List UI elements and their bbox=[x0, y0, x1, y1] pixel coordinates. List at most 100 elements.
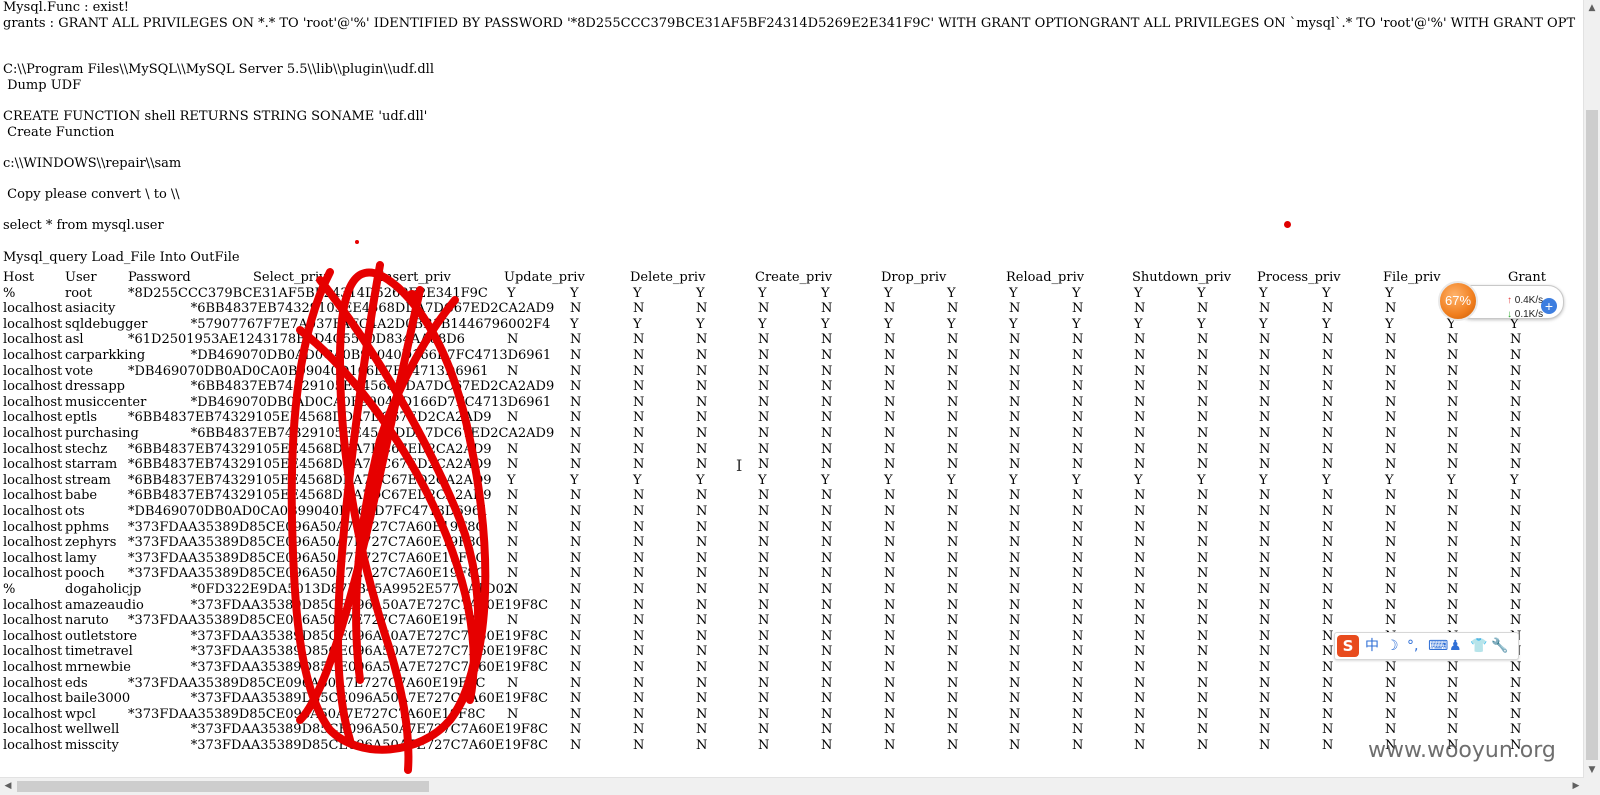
privilege-cell: N bbox=[1322, 332, 1334, 348]
keyboard-icon[interactable]: ⌨ bbox=[1428, 637, 1448, 655]
moon-icon[interactable]: ☽ bbox=[1386, 637, 1399, 655]
password-hash-cell: *57907767F7E7A037FAFC4A2D0BB1B1446796002… bbox=[190, 316, 551, 332]
scroll-right-arrow-icon[interactable]: ▶ bbox=[1568, 778, 1584, 795]
privilege-cell: N bbox=[1385, 535, 1397, 551]
privilege-cell: Y bbox=[633, 316, 642, 332]
privilege-cell: Y bbox=[947, 316, 956, 332]
privilege-cell: Y bbox=[884, 316, 893, 332]
host-cell: localhost bbox=[3, 706, 63, 722]
password-hash-cell: *373FDAA35389D85CE096A50A7E727C7A60E19F8… bbox=[190, 597, 549, 613]
privilege-cell: N bbox=[1072, 332, 1084, 348]
privilege-cell: N bbox=[1510, 722, 1522, 738]
privilege-cell: N bbox=[696, 504, 708, 519]
up-arrow-icon: ↑ bbox=[1507, 295, 1515, 306]
punctuation-icon[interactable]: °, bbox=[1407, 637, 1418, 655]
privilege-cell: N bbox=[1385, 348, 1397, 363]
privilege-cell: N bbox=[1259, 613, 1271, 629]
host-cell: localhost bbox=[3, 535, 63, 551]
privilege-cell: N bbox=[947, 535, 959, 551]
privilege-cell: N bbox=[1072, 379, 1084, 395]
privilege-cell: N bbox=[758, 441, 770, 457]
vertical-scrollbar[interactable]: ▲ ▼ bbox=[1583, 0, 1600, 778]
host-cell: localhost bbox=[3, 301, 63, 317]
privilege-cell: N bbox=[1322, 301, 1334, 317]
privilege-cell: N bbox=[1510, 613, 1522, 629]
privilege-cell: N bbox=[1197, 535, 1209, 551]
memory-usage-ball[interactable]: 67% bbox=[1438, 281, 1478, 321]
privilege-cell: N bbox=[1259, 410, 1271, 426]
network-speed-widget[interactable]: ↑ 0.4K/s ↓ 0.1K/s + 67% bbox=[1438, 281, 1564, 321]
privilege-cell: N bbox=[1385, 441, 1397, 457]
privilege-cell: N bbox=[1385, 613, 1397, 629]
privilege-cell: N bbox=[1510, 332, 1522, 348]
host-cell: localhost bbox=[3, 394, 63, 410]
ime-toolbar[interactable]: S 中 ☽ °, ⌨ ♟ 👕 🔧 bbox=[1334, 632, 1519, 660]
user-icon[interactable]: ♟ bbox=[1449, 637, 1462, 655]
privilege-cell: N bbox=[696, 519, 708, 535]
privilege-cell: N bbox=[1134, 628, 1146, 644]
password-hash-cell: *61D2501953AE1243178B9D4C5580D834AA88D6 bbox=[128, 332, 465, 348]
privilege-cell: N bbox=[1009, 426, 1021, 441]
privilege-cell: N bbox=[1072, 675, 1084, 691]
privilege-cell: N bbox=[1197, 301, 1209, 317]
privilege-cell: N bbox=[570, 613, 582, 629]
privilege-cell: N bbox=[884, 348, 896, 363]
privilege-cell: N bbox=[947, 660, 959, 675]
privilege-cell: N bbox=[570, 457, 582, 473]
privilege-cell: N bbox=[1447, 379, 1459, 395]
table-header-cell: Select_priv bbox=[253, 270, 327, 285]
privilege-cell: N bbox=[570, 597, 582, 613]
privilege-cell: Y bbox=[1134, 472, 1143, 488]
scroll-up-arrow-icon[interactable]: ▲ bbox=[1584, 0, 1600, 16]
console-line: Mysql_query Load_File Into OutFile bbox=[3, 249, 240, 265]
scroll-left-arrow-icon[interactable]: ◀ bbox=[0, 778, 16, 795]
plus-icon[interactable]: + bbox=[1541, 298, 1557, 314]
scroll-down-arrow-icon[interactable]: ▼ bbox=[1584, 762, 1600, 778]
horizontal-scroll-thumb[interactable] bbox=[17, 781, 429, 792]
vertical-scroll-thumb[interactable] bbox=[1586, 110, 1598, 760]
privilege-cell: N bbox=[1447, 348, 1459, 363]
privilege-cell: N bbox=[1134, 691, 1146, 707]
privilege-cell: N bbox=[1259, 519, 1271, 535]
privilege-cell: N bbox=[821, 535, 833, 551]
user-cell: wpcl bbox=[65, 706, 96, 722]
console-line: Create Function bbox=[3, 124, 115, 140]
privilege-cell: N bbox=[1072, 644, 1084, 660]
privilege-cell: N bbox=[758, 394, 770, 410]
sogou-logo-icon[interactable]: S bbox=[1337, 635, 1359, 657]
privilege-cell: N bbox=[821, 691, 833, 707]
privilege-cell: N bbox=[1385, 519, 1397, 535]
privilege-cell: N bbox=[1072, 488, 1084, 504]
chinese-mode-icon[interactable]: 中 bbox=[1365, 637, 1379, 655]
wrench-icon[interactable]: 🔧 bbox=[1491, 637, 1508, 655]
host-cell: localhost bbox=[3, 691, 63, 707]
privilege-cell: N bbox=[1134, 379, 1146, 395]
privilege-cell: N bbox=[696, 582, 708, 597]
password-hash-cell: *6BB4837EB74329105EE4568DDA7DC67ED2CA2AD… bbox=[128, 488, 492, 504]
privilege-cell: N bbox=[1510, 706, 1522, 722]
privilege-cell: Y bbox=[1259, 472, 1268, 488]
user-cell: asiacity bbox=[65, 301, 116, 317]
privilege-cell: N bbox=[1385, 426, 1397, 441]
privilege-cell: Y bbox=[696, 316, 705, 332]
privilege-cell: N bbox=[1072, 722, 1084, 738]
privilege-cell: Y bbox=[1322, 285, 1331, 301]
privilege-cell: N bbox=[1322, 597, 1334, 613]
privilege-cell: N bbox=[758, 426, 770, 441]
table-header-cell: Host bbox=[3, 270, 35, 285]
privilege-cell: N bbox=[1197, 379, 1209, 395]
horizontal-scrollbar[interactable]: ◀ ▶ bbox=[0, 777, 1584, 795]
host-cell: localhost bbox=[3, 597, 63, 613]
privilege-cell: N bbox=[821, 394, 833, 410]
privilege-cell: N bbox=[633, 628, 645, 644]
privilege-cell: N bbox=[947, 457, 959, 473]
privilege-cell: Y bbox=[1385, 472, 1394, 488]
table-header-cell: Create_priv bbox=[755, 270, 833, 285]
skin-icon[interactable]: 👕 bbox=[1470, 637, 1487, 655]
privilege-cell: N bbox=[1385, 691, 1397, 707]
privilege-cell: N bbox=[821, 597, 833, 613]
user-cell: eds bbox=[65, 675, 88, 691]
host-cell: % bbox=[3, 582, 16, 597]
privilege-cell: N bbox=[884, 597, 896, 613]
privilege-cell: N bbox=[570, 675, 582, 691]
